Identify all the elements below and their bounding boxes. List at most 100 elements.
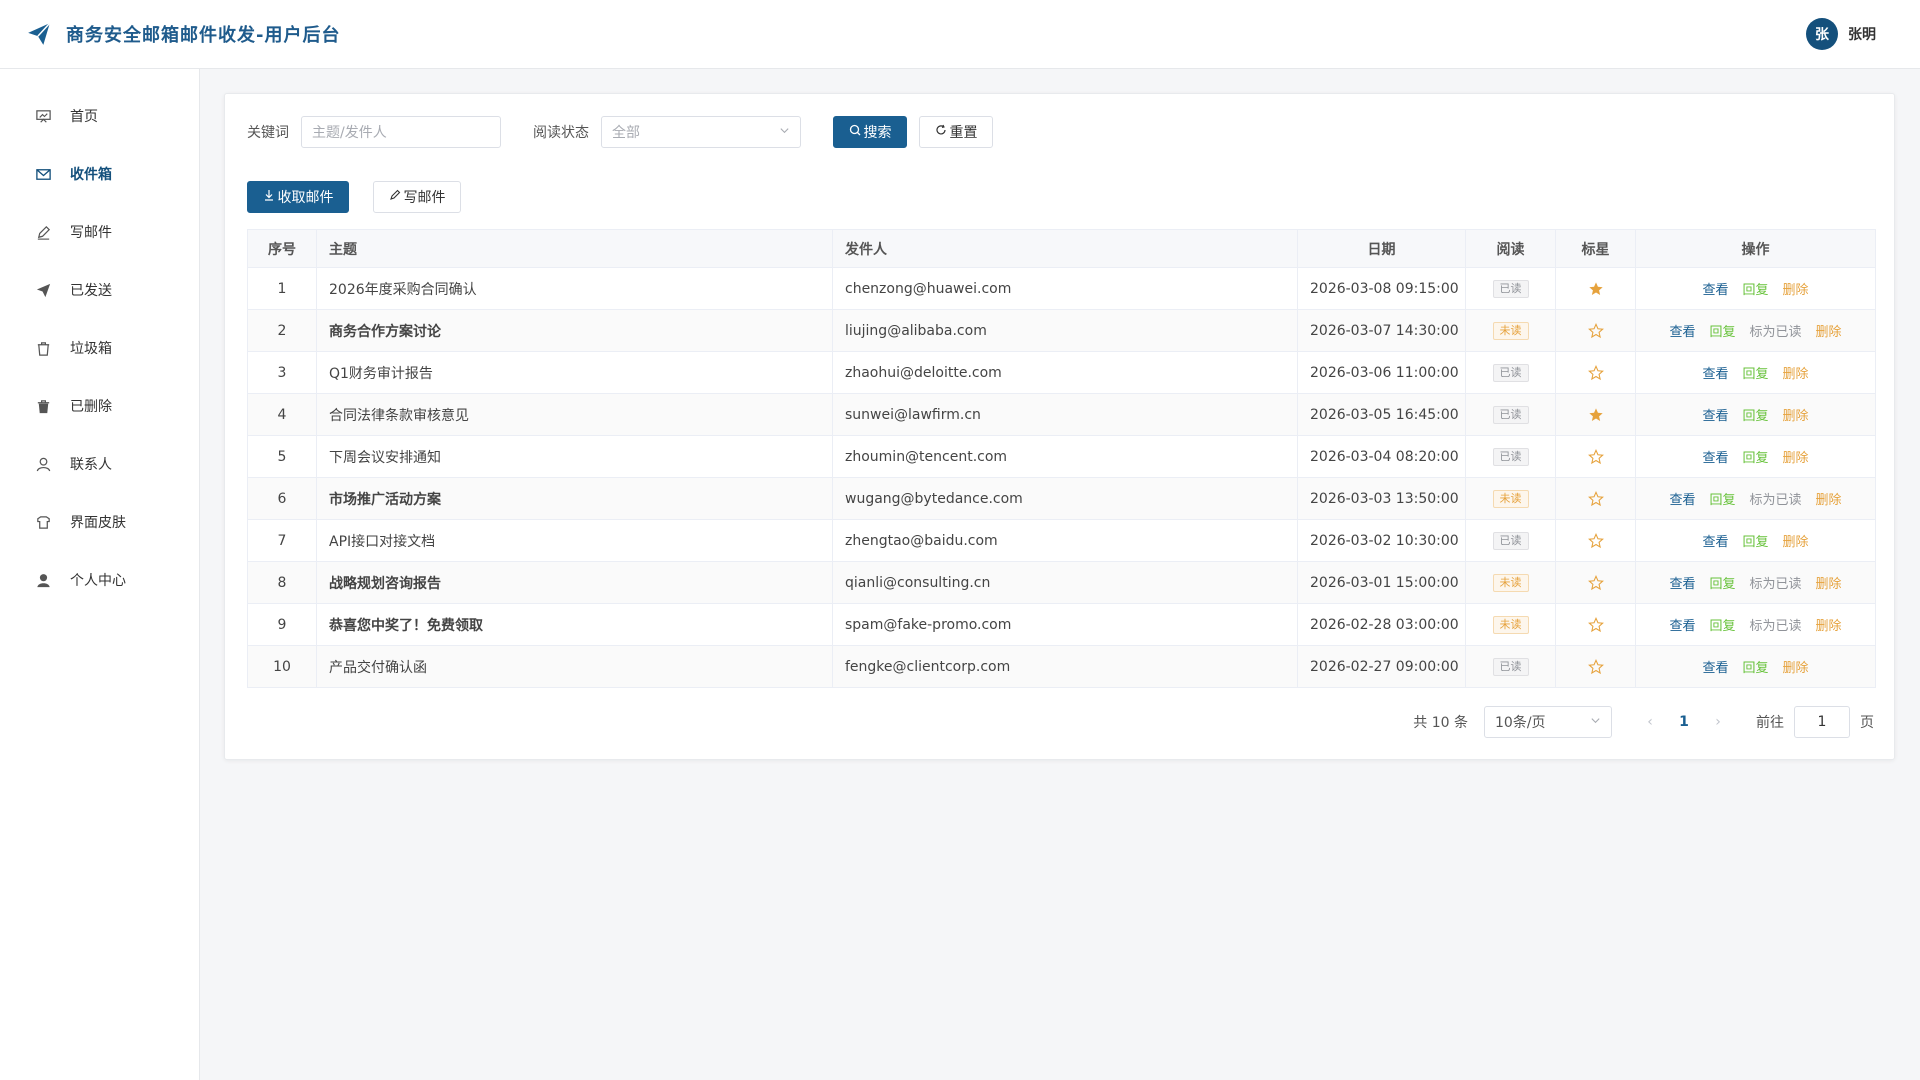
sidebar-item-sent[interactable]: 已发送: [0, 261, 199, 319]
delete-button[interactable]: 删除: [1816, 573, 1842, 592]
row-subject[interactable]: 战略规划咨询报告: [316, 561, 833, 604]
sidebar-item-compose[interactable]: 写邮件: [0, 203, 199, 261]
view-button[interactable]: 查看: [1702, 405, 1728, 424]
view-button[interactable]: 查看: [1702, 279, 1728, 298]
row-subject[interactable]: 合同法律条款审核意见: [316, 393, 833, 436]
row-subject[interactable]: 下周会议安排通知: [316, 435, 833, 478]
view-button[interactable]: 查看: [1702, 531, 1728, 550]
row-subject[interactable]: 恭喜您中奖了！免费领取: [316, 603, 833, 646]
star-outline-icon[interactable]: [1587, 490, 1604, 507]
table-row[interactable]: 10 产品交付确认函 fengke@clientcorp.com 2026-02-27…: [247, 645, 1876, 688]
view-button[interactable]: 查看: [1669, 573, 1695, 592]
view-button[interactable]: 查看: [1702, 363, 1728, 382]
delete-button[interactable]: 删除: [1783, 363, 1809, 382]
sidebar-item-skin[interactable]: 界面皮肤: [0, 493, 199, 551]
reply-button[interactable]: 回复: [1742, 531, 1768, 550]
row-read-cell: 已读: [1465, 393, 1556, 436]
goto-page-value: 1: [1817, 714, 1827, 730]
sidebar-item-inbox[interactable]: 收件箱: [0, 145, 199, 203]
star-outline-icon[interactable]: [1587, 364, 1604, 381]
compose-button[interactable]: 写邮件: [373, 181, 461, 213]
delete-button[interactable]: 删除: [1783, 279, 1809, 298]
star-filled-icon[interactable]: [1588, 281, 1604, 297]
row-sender: wugang@bytedance.com: [832, 477, 1298, 520]
reply-button[interactable]: 回复: [1742, 405, 1768, 424]
star-outline-icon[interactable]: [1587, 532, 1604, 549]
table-row[interactable]: 5 下周会议安排通知 zhoumin@tencent.com 2026-03-04 0…: [247, 435, 1876, 478]
reply-button[interactable]: 回复: [1709, 573, 1735, 592]
reply-button[interactable]: 回复: [1742, 657, 1768, 676]
avatar[interactable]: 张: [1806, 18, 1838, 50]
sidebar-item-label: 写邮件: [70, 225, 112, 241]
view-button[interactable]: 查看: [1669, 615, 1695, 634]
table-row[interactable]: 8 战略规划咨询报告 qianli@consulting.cn 2026-03-01 …: [247, 561, 1876, 604]
status-select[interactable]: 全部: [601, 116, 801, 148]
row-read-cell: 未读: [1465, 477, 1556, 520]
mark-read-button[interactable]: 标为已读: [1750, 489, 1802, 508]
prev-page-button[interactable]: ‹: [1638, 714, 1662, 730]
reset-button[interactable]: 重置: [919, 116, 993, 148]
user-name[interactable]: 张明: [1848, 24, 1876, 44]
star-outline-icon[interactable]: [1587, 616, 1604, 633]
row-star-cell: [1555, 645, 1636, 688]
page-size-select[interactable]: 10条/页: [1484, 706, 1612, 738]
pen-icon: [389, 189, 401, 205]
star-filled-icon[interactable]: [1588, 407, 1604, 423]
reply-button[interactable]: 回复: [1742, 363, 1768, 382]
delete-button[interactable]: 删除: [1816, 321, 1842, 340]
view-button[interactable]: 查看: [1702, 657, 1728, 676]
next-page-button[interactable]: ›: [1706, 714, 1730, 730]
reply-button[interactable]: 回复: [1709, 615, 1735, 634]
reply-button[interactable]: 回复: [1742, 447, 1768, 466]
reply-button[interactable]: 回复: [1709, 321, 1735, 340]
row-subject[interactable]: Q1财务审计报告: [316, 351, 833, 394]
row-date: 2026-03-06 11:00:00: [1297, 351, 1466, 394]
star-outline-icon[interactable]: [1587, 574, 1604, 591]
view-button[interactable]: 查看: [1702, 447, 1728, 466]
keyword-input[interactable]: 主题/发件人: [301, 116, 501, 148]
delete-button[interactable]: 删除: [1816, 615, 1842, 634]
view-button[interactable]: 查看: [1669, 321, 1695, 340]
search-button[interactable]: 搜索: [833, 116, 907, 148]
sidebar-item-deleted[interactable]: 已删除: [0, 377, 199, 435]
table-row[interactable]: 2 商务合作方案讨论 liujing@alibaba.com 2026-03-07 1…: [247, 309, 1876, 352]
table-row[interactable]: 6 市场推广活动方案 wugang@bytedance.com 2026-03-03 …: [247, 477, 1876, 520]
reply-button[interactable]: 回复: [1742, 279, 1768, 298]
sidebar-item-profile[interactable]: 个人中心: [0, 551, 199, 609]
table-row[interactable]: 7 API接口对接文档 zhengtao@baidu.com 2026-03-02 1…: [247, 519, 1876, 562]
row-star-cell: [1555, 267, 1636, 310]
star-outline-icon[interactable]: [1587, 322, 1604, 339]
row-index: 1: [247, 267, 317, 310]
row-star-cell: [1555, 477, 1636, 520]
sidebar-item-home[interactable]: 首页: [0, 87, 199, 145]
star-outline-icon[interactable]: [1587, 448, 1604, 465]
view-button[interactable]: 查看: [1669, 489, 1695, 508]
delete-button[interactable]: 删除: [1783, 657, 1809, 676]
sidebar-item-contacts[interactable]: 联系人: [0, 435, 199, 493]
mark-read-button[interactable]: 标为已读: [1750, 615, 1802, 634]
row-sender: fengke@clientcorp.com: [832, 645, 1298, 688]
delete-button[interactable]: 删除: [1783, 531, 1809, 550]
reply-button[interactable]: 回复: [1709, 489, 1735, 508]
page-number-current[interactable]: 1: [1672, 714, 1696, 730]
star-outline-icon[interactable]: [1587, 658, 1604, 675]
table-row[interactable]: 4 合同法律条款审核意见 sunwei@lawfirm.cn 2026-03-05 1…: [247, 393, 1876, 436]
row-subject[interactable]: API接口对接文档: [316, 519, 833, 562]
mark-read-button[interactable]: 标为已读: [1750, 321, 1802, 340]
row-subject[interactable]: 商务合作方案讨论: [316, 309, 833, 352]
user-menu[interactable]: 张 张明: [1806, 18, 1876, 50]
row-subject[interactable]: 2026年度采购合同确认: [316, 267, 833, 310]
goto-page-input[interactable]: 1: [1794, 706, 1850, 738]
sidebar-item-trash[interactable]: 垃圾箱: [0, 319, 199, 377]
row-subject[interactable]: 产品交付确认函: [316, 645, 833, 688]
row-subject[interactable]: 市场推广活动方案: [316, 477, 833, 520]
mark-read-button[interactable]: 标为已读: [1750, 573, 1802, 592]
col-read: 阅读: [1465, 229, 1556, 268]
table-row[interactable]: 1 2026年度采购合同确认 chenzong@huawei.com 2026-03-…: [247, 267, 1876, 310]
table-row[interactable]: 3 Q1财务审计报告 zhaohui@deloitte.com 2026-03-06 …: [247, 351, 1876, 394]
table-row[interactable]: 9 恭喜您中奖了！免费领取 spam@fake-promo.com 2026-02-2…: [247, 603, 1876, 646]
delete-button[interactable]: 删除: [1783, 405, 1809, 424]
delete-button[interactable]: 删除: [1783, 447, 1809, 466]
delete-button[interactable]: 删除: [1816, 489, 1842, 508]
fetch-mail-button[interactable]: 收取邮件: [247, 181, 349, 213]
